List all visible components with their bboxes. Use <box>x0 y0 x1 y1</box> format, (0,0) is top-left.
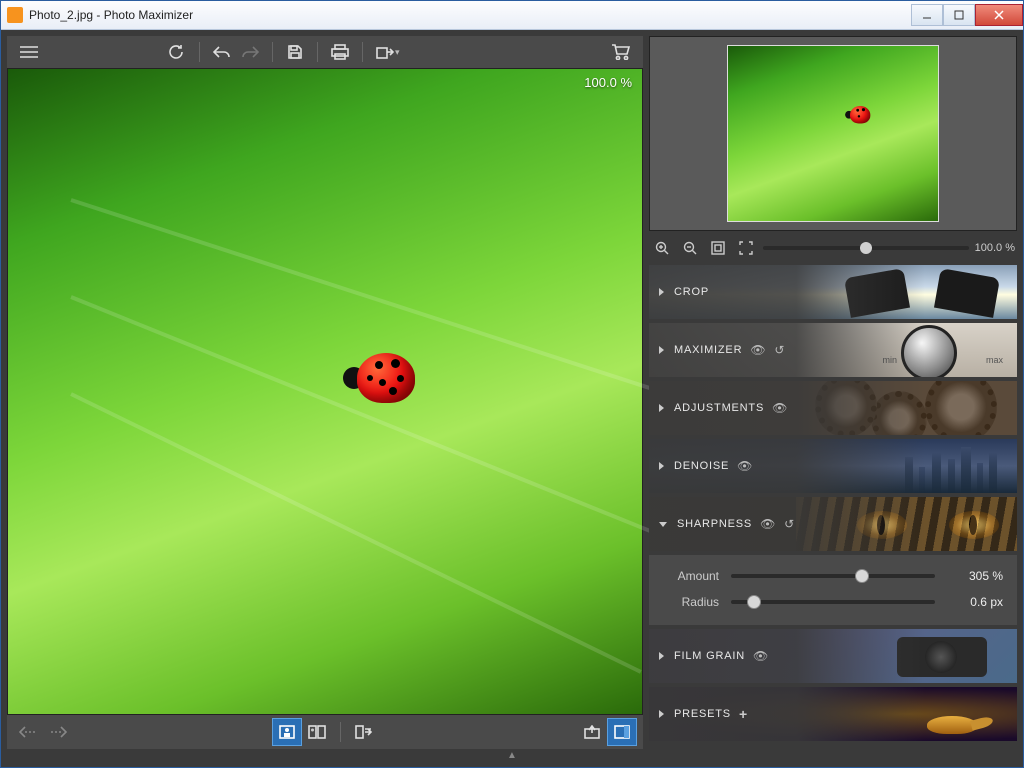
titlebar: Photo_2.jpg - Photo Maximizer <box>1 1 1023 30</box>
amount-value: 305 % <box>947 569 1003 583</box>
export-button[interactable] <box>577 718 607 746</box>
panel-toggle-button[interactable] <box>607 718 637 746</box>
zoom-in-button[interactable] <box>651 237 673 259</box>
zoom-toolbar: 100.0 % <box>649 235 1017 261</box>
view-split-button[interactable] <box>302 718 332 746</box>
print-button[interactable] <box>326 38 354 66</box>
panel-adjustments[interactable]: ADJUSTMENTS 👁 <box>649 381 1017 435</box>
bottom-toolbar <box>7 715 643 749</box>
cart-button[interactable] <box>607 38 635 66</box>
expand-icon <box>659 288 664 296</box>
side-panel: 100.0 % CROP minmax MAXIMIZER 👁 ↺ <box>649 36 1017 749</box>
minimize-button[interactable] <box>911 4 943 26</box>
reset-button[interactable] <box>163 38 191 66</box>
client-area: ▾ <box>1 30 1023 767</box>
redo-button[interactable] <box>236 38 264 66</box>
prev-image-button[interactable] <box>13 718 43 746</box>
zoom-slider[interactable] <box>763 246 969 250</box>
zoom-out-button[interactable] <box>679 237 701 259</box>
panel-sharpness-header[interactable]: SHARPNESS 👁 ↺ <box>649 497 1017 551</box>
visibility-icon[interactable]: 👁 <box>750 343 766 357</box>
app-icon <box>7 7 23 23</box>
collapse-icon <box>659 522 667 527</box>
visibility-icon[interactable]: 👁 <box>753 649 769 663</box>
expand-icon <box>659 710 664 718</box>
maximize-button[interactable] <box>943 4 975 26</box>
amount-slider[interactable] <box>731 574 935 578</box>
panel-maximizer[interactable]: minmax MAXIMIZER 👁 ↺ <box>649 323 1017 377</box>
close-button[interactable] <box>975 4 1023 26</box>
panel-sharpness-body: Amount 305 % Radius 0.6 px <box>649 555 1017 625</box>
save-button[interactable] <box>281 38 309 66</box>
compare-toggle-button[interactable] <box>349 718 379 746</box>
panel-film-grain[interactable]: FILM GRAIN 👁 <box>649 629 1017 683</box>
expand-icon <box>659 404 664 412</box>
expand-icon <box>659 652 664 660</box>
radius-label: Radius <box>663 595 719 609</box>
panel-presets[interactable]: PRESETS + <box>649 687 1017 741</box>
canvas-zoom-label: 100.0 % <box>584 75 632 90</box>
panel-denoise[interactable]: DENOISE 👁 <box>649 439 1017 493</box>
image-canvas[interactable]: 100.0 % <box>7 68 643 715</box>
undo-button[interactable] <box>208 38 236 66</box>
expand-icon <box>659 462 664 470</box>
zoom-value-label: 100.0 % <box>975 242 1015 254</box>
reset-icon[interactable]: ↺ <box>784 517 795 531</box>
app-window: Photo_2.jpg - Photo Maximizer <box>0 0 1024 768</box>
share-caret-icon: ▾ <box>395 47 400 58</box>
reset-icon[interactable]: ↺ <box>774 343 785 357</box>
footer-expand-button[interactable]: ▲ <box>7 749 1017 761</box>
next-image-button[interactable] <box>43 718 73 746</box>
main-toolbar: ▾ <box>7 36 643 68</box>
visibility-icon[interactable]: 👁 <box>760 517 776 531</box>
window-title: Photo_2.jpg - Photo Maximizer <box>29 8 911 22</box>
zoom-fit-button[interactable] <box>707 237 729 259</box>
menu-button[interactable] <box>15 38 43 66</box>
navigator-preview[interactable] <box>649 36 1017 231</box>
amount-label: Amount <box>663 569 719 583</box>
expand-icon <box>659 346 664 354</box>
add-preset-icon[interactable]: + <box>739 706 748 722</box>
zoom-actual-button[interactable] <box>735 237 757 259</box>
radius-slider[interactable] <box>731 600 935 604</box>
visibility-icon[interactable]: 👁 <box>737 459 753 473</box>
visibility-icon[interactable]: 👁 <box>772 401 788 415</box>
panel-crop[interactable]: CROP <box>649 265 1017 319</box>
view-single-button[interactable] <box>272 718 302 746</box>
radius-value: 0.6 px <box>947 595 1003 609</box>
